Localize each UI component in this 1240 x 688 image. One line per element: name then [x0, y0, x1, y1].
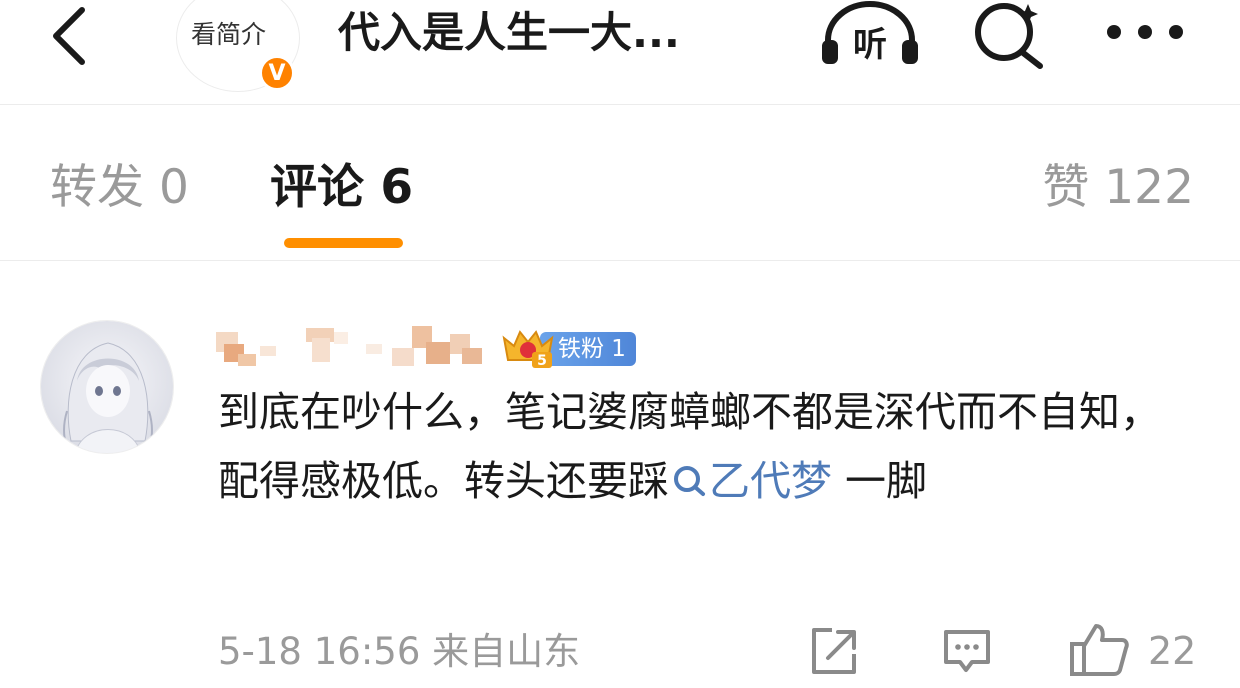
- tab-like[interactable]: 赞 122: [1042, 158, 1194, 218]
- topic-link[interactable]: 乙代梦: [669, 457, 832, 505]
- post-title: 代入是人生一大...: [338, 8, 680, 57]
- tab-comment[interactable]: 评论 6: [270, 158, 413, 218]
- active-tab-indicator: [284, 238, 403, 248]
- verified-badge: V: [259, 55, 295, 91]
- like-button[interactable]: 22: [1068, 620, 1208, 680]
- more-icon: [1107, 25, 1183, 39]
- fan-level-number: 5: [537, 353, 547, 368]
- profile-intro-label: 看简介: [191, 20, 267, 49]
- comment-meta: 5-18 16:56 来自山东: [218, 626, 580, 678]
- crown-icon: 5: [502, 330, 554, 368]
- reply-button[interactable]: [940, 620, 994, 680]
- like-count: 22: [1148, 629, 1197, 673]
- pixelated-username-image: [216, 326, 482, 366]
- profile-intro-button[interactable]: 看简介 V: [176, 0, 300, 92]
- comment-text-part2: 一脚: [832, 457, 928, 505]
- more-button[interactable]: [1100, 6, 1190, 56]
- share-button[interactable]: [806, 620, 860, 680]
- headphones-icon: 听: [822, 1, 918, 65]
- anime-girl-avatar-image: [41, 321, 173, 453]
- thumbs-up-icon: [1070, 624, 1129, 676]
- search-icon: [975, 3, 1043, 69]
- topic-search-icon: [674, 466, 705, 496]
- comment-icon: [944, 630, 990, 672]
- back-icon: [53, 7, 85, 65]
- topic-label: 乙代梦: [709, 457, 832, 505]
- comment-body: 到底在吵什么，笔记婆腐蟑螂不都是深代而不自知，配得感极低。转头还要踩 乙代梦 一脚: [218, 378, 1198, 516]
- listen-label: 听: [853, 25, 887, 65]
- listen-button[interactable]: 听: [818, 0, 922, 72]
- search-button[interactable]: [968, 0, 1050, 72]
- share-icon: [812, 628, 856, 674]
- comment-location: 来自山东: [432, 630, 581, 673]
- commenter-username-pixelated[interactable]: [216, 324, 486, 372]
- commenter-avatar[interactable]: [40, 320, 174, 454]
- tab-repost[interactable]: 转发 0: [50, 158, 189, 218]
- top-bar: 看简介 V 代入是人生一大... 听: [0, 0, 1240, 105]
- tab-bar: 转发 0 评论 6 赞 122: [0, 104, 1240, 261]
- back-button[interactable]: [36, 4, 100, 68]
- comment-time: 5-18 16:56: [218, 630, 421, 673]
